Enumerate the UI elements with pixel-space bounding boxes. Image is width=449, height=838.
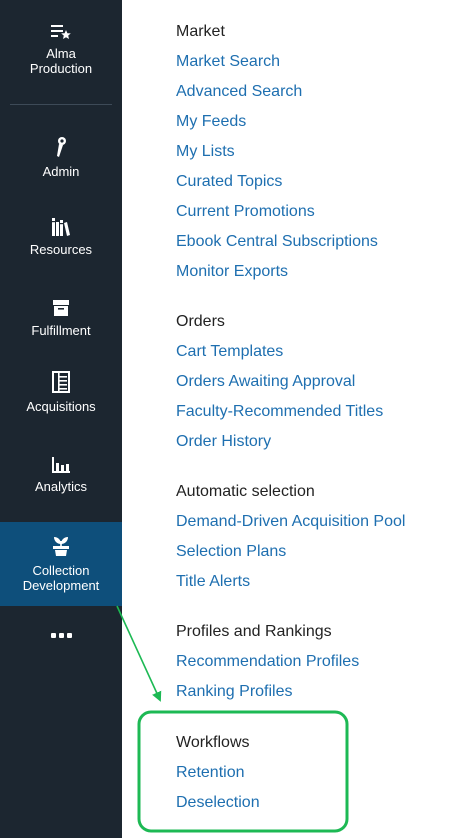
resources-books-icon <box>52 218 70 236</box>
menu-link-retention[interactable]: Retention <box>176 758 449 788</box>
section-title: Automatic selection <box>176 483 315 500</box>
section-title: Profiles and Rankings <box>176 623 332 640</box>
more-button[interactable] <box>40 624 82 646</box>
sidebar-item-analytics[interactable]: Analytics <box>0 457 122 494</box>
menu-section-profiles-and-rankings: Profiles and Rankings Recommendation Pro… <box>176 617 449 707</box>
sidebar-divider <box>10 104 112 105</box>
sidebar-item-label: Collection Development <box>22 563 100 593</box>
menu-link-title-alerts[interactable]: Title Alerts <box>176 567 449 597</box>
sidebar-item-label: Fulfillment <box>31 323 91 338</box>
menu-link-deselection[interactable]: Deselection <box>176 788 449 818</box>
menu-section-orders: Orders Cart Templates Orders Awaiting Ap… <box>176 307 449 457</box>
section-title: Market <box>176 23 225 40</box>
sidebar-item-label: Analytics <box>34 479 88 494</box>
sidebar-item-label: Acquisitions <box>26 399 96 414</box>
sidebar-item-label: Alma Production <box>29 46 93 76</box>
sidebar-item-label: Resources <box>29 242 93 257</box>
sidebar: Alma Production Admin Resources Fulfillm… <box>0 0 122 838</box>
sidebar-item-admin[interactable]: Admin <box>0 136 122 179</box>
section-title: Orders <box>176 313 225 330</box>
sidebar-item-collection-development[interactable]: Collection Development <box>0 522 122 606</box>
menu-link-order-history[interactable]: Order History <box>176 427 449 457</box>
sidebar-item-fulfillment[interactable]: Fulfillment <box>0 299 122 338</box>
menu-link-advanced-search[interactable]: Advanced Search <box>176 77 449 107</box>
menu-link-current-promotions[interactable]: Current Promotions <box>176 197 449 227</box>
menu-section-market: Market Market Search Advanced Search My … <box>176 17 449 287</box>
menu-link-faculty-recommended-titles[interactable]: Faculty-Recommended Titles <box>176 397 449 427</box>
menu-link-curated-topics[interactable]: Curated Topics <box>176 167 449 197</box>
sidebar-item-label: Admin <box>42 164 80 179</box>
sidebar-item-acquisitions[interactable]: Acquisitions <box>0 371 122 414</box>
fulfillment-box-icon <box>53 300 69 316</box>
admin-pen-icon <box>57 137 66 157</box>
analytics-bars-icon <box>52 457 70 473</box>
sidebar-item-alma-production[interactable]: Alma Production <box>0 22 122 76</box>
menu-link-ebook-central-subscriptions[interactable]: Ebook Central Subscriptions <box>176 227 449 257</box>
menu-section-workflows: Workflows Retention Deselection <box>176 728 449 818</box>
more-icon-dot <box>58 632 64 638</box>
annotation-arrow <box>116 605 162 702</box>
menu-link-selection-plans[interactable]: Selection Plans <box>176 537 449 567</box>
menu-link-market-search[interactable]: Market Search <box>176 47 449 77</box>
more-icon-dot <box>66 632 72 638</box>
menu-link-my-lists[interactable]: My Lists <box>176 137 449 167</box>
acquisitions-ledger-icon <box>52 371 70 393</box>
menu-link-monitor-exports[interactable]: Monitor Exports <box>176 257 449 287</box>
menu-link-orders-awaiting-approval[interactable]: Orders Awaiting Approval <box>176 367 449 397</box>
menu-link-demand-driven-acquisition-pool[interactable]: Demand-Driven Acquisition Pool <box>176 507 449 537</box>
more-icon <box>50 632 56 638</box>
collection-plant-icon <box>53 537 69 556</box>
section-title: Workflows <box>176 734 250 751</box>
sidebar-item-resources[interactable]: Resources <box>0 218 122 257</box>
menu-link-cart-templates[interactable]: Cart Templates <box>176 337 449 367</box>
menu-link-recommendation-profiles[interactable]: Recommendation Profiles <box>176 647 449 677</box>
menu-section-automatic-selection: Automatic selection Demand-Driven Acquis… <box>176 477 449 597</box>
list-star-icon <box>51 25 71 39</box>
menu-link-ranking-profiles[interactable]: Ranking Profiles <box>176 677 449 707</box>
menu-link-my-feeds[interactable]: My Feeds <box>176 107 449 137</box>
